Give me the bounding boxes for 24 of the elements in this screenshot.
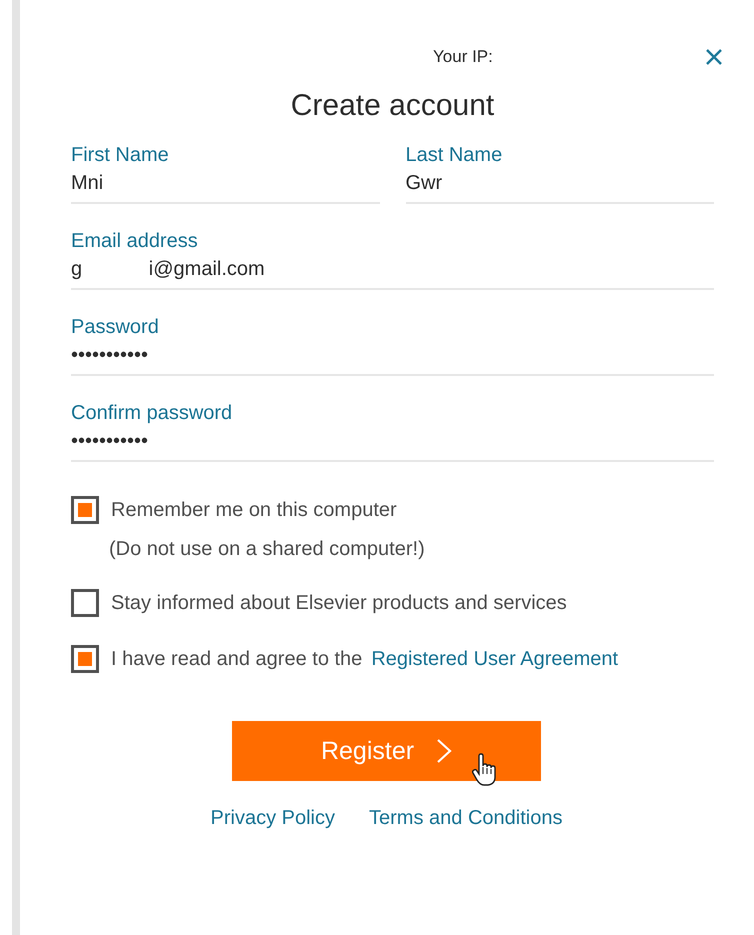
checkbox[interactable] (71, 589, 99, 617)
field-label: Last Name (406, 143, 504, 168)
field-label: Email address (71, 229, 199, 254)
field-label: Password (71, 315, 160, 340)
input-field[interactable]: g i@gmail.com (71, 254, 714, 284)
ip-label: Your IP: (433, 47, 493, 67)
option-label: I have read and agree to the (111, 648, 362, 670)
checkbox[interactable] (71, 645, 99, 673)
checkbox[interactable] (71, 496, 99, 524)
input-field[interactable]: ••••••••••• (71, 426, 714, 456)
footer-link[interactable]: Terms and Conditions (369, 807, 562, 830)
input-field[interactable]: Gwr (406, 168, 714, 198)
input-field[interactable]: ••••••••••• (71, 340, 714, 370)
field-label: Confirm password (71, 401, 234, 426)
chevron-right-icon (436, 738, 452, 764)
input-field[interactable]: Mni (71, 168, 380, 198)
close-icon[interactable] (705, 48, 723, 66)
footer-link[interactable]: Privacy Policy (210, 807, 336, 830)
option-label: Stay informed about Elsevier products and services (111, 592, 567, 614)
dialog-title: Create account (290, 88, 496, 124)
option-label: Remember me on this computer (111, 498, 397, 522)
option-note: (Do not use on a shared computer!) (109, 538, 426, 561)
agreement-link[interactable]: Registered User Agreement (371, 648, 618, 670)
field-label: First Name (71, 143, 170, 168)
